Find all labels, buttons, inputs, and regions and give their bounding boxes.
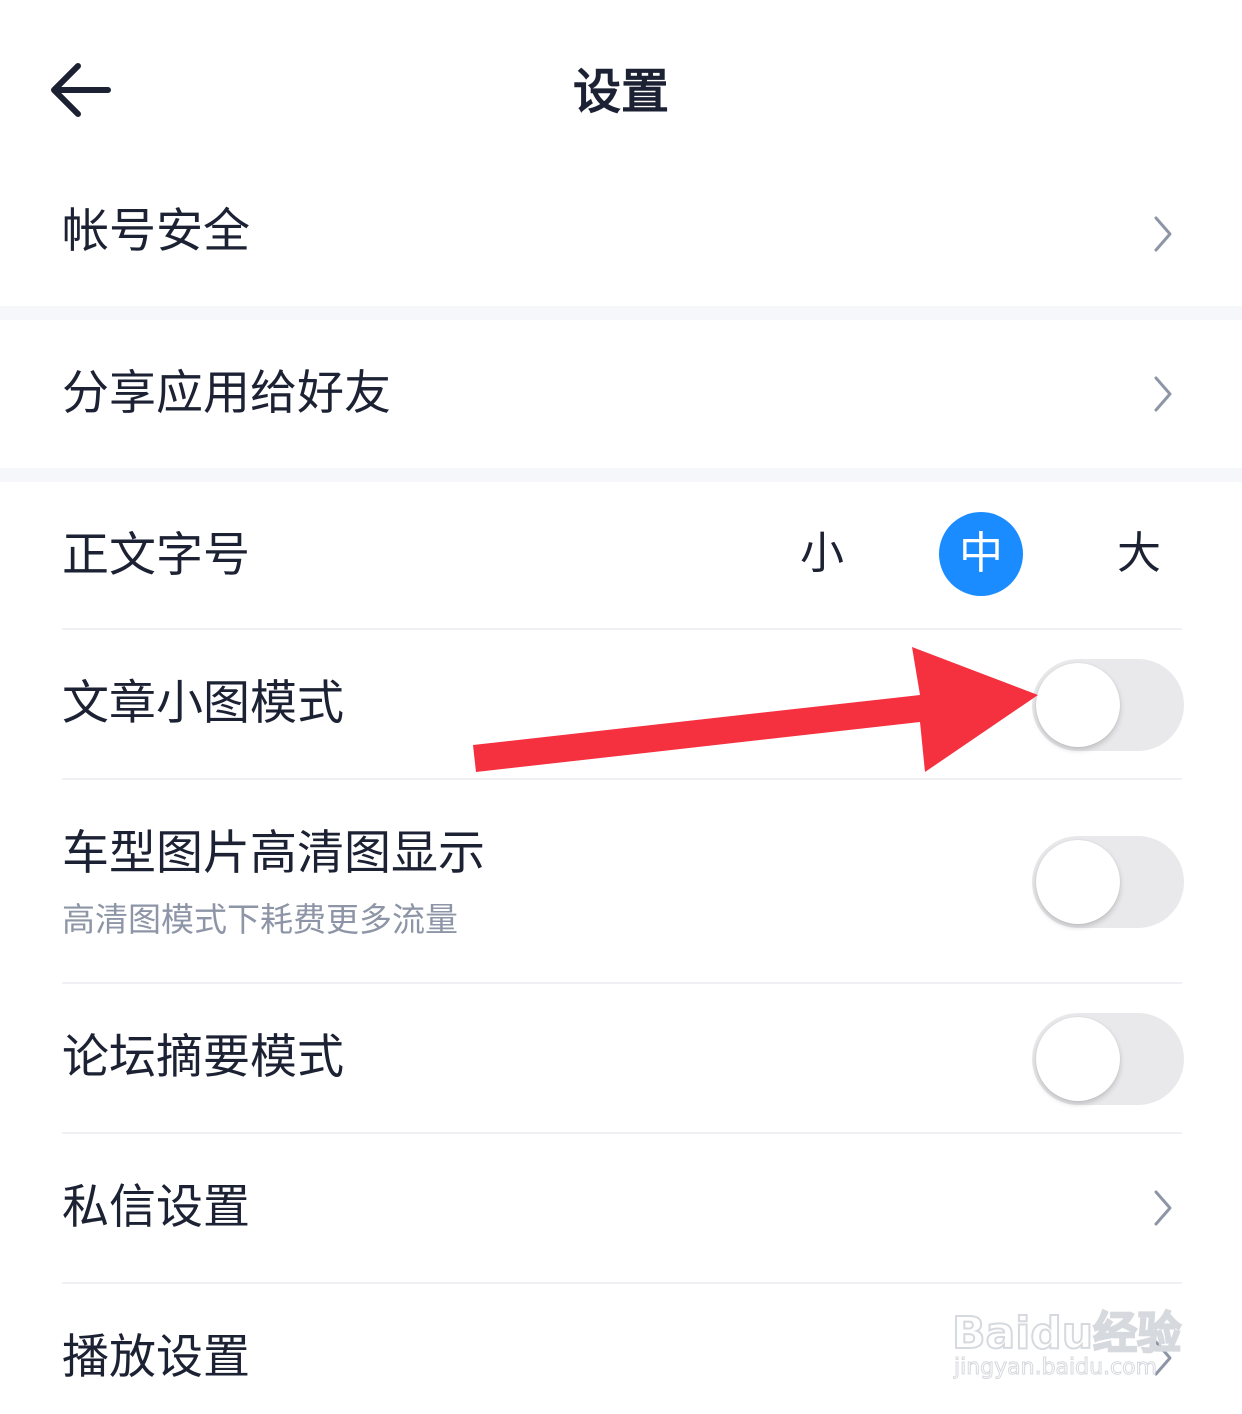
car-hd-image-toggle[interactable] bbox=[1032, 836, 1184, 928]
page-title: 设置 bbox=[572, 64, 669, 120]
settings-item-label: 论坛摘要模式 bbox=[62, 1030, 344, 1085]
settings-item-label: 私信设置 bbox=[62, 1180, 250, 1235]
settings-item-label: 帐号安全 bbox=[62, 204, 250, 259]
font-size-option-medium[interactable]: 中 bbox=[939, 512, 1023, 596]
chevron-right-icon bbox=[1154, 376, 1172, 412]
header-bar: 设置 bbox=[0, 0, 1242, 180]
settings-item-account-security[interactable]: 帐号安全 bbox=[0, 180, 1242, 306]
settings-item-sublabel: 高清图模式下耗费更多流量 bbox=[62, 900, 458, 939]
settings-item-label: 文章小图模式 bbox=[62, 676, 344, 731]
settings-item-private-message[interactable]: 私信设置 bbox=[0, 1134, 1242, 1282]
font-size-option-small[interactable]: 小 bbox=[780, 512, 864, 596]
settings-item-label: 分享应用给好友 bbox=[62, 366, 391, 421]
toggle-knob bbox=[1036, 840, 1120, 924]
settings-item-label: 车型图片高清图显示 bbox=[62, 826, 485, 881]
section-gap bbox=[0, 468, 1242, 482]
article-small-image-toggle[interactable] bbox=[1032, 659, 1184, 751]
forum-summary-toggle[interactable] bbox=[1032, 1013, 1184, 1105]
chevron-right-icon bbox=[1154, 1190, 1172, 1226]
section-gap bbox=[0, 306, 1242, 320]
chevron-right-icon bbox=[1154, 1340, 1172, 1376]
settings-item-label: 正文字号 bbox=[62, 528, 250, 583]
chevron-right-icon bbox=[1154, 216, 1172, 252]
settings-item-share-app[interactable]: 分享应用给好友 bbox=[0, 320, 1242, 468]
settings-item-playback[interactable]: 播放设置 bbox=[0, 1284, 1242, 1414]
toggle-knob bbox=[1036, 663, 1120, 747]
settings-item-label: 播放设置 bbox=[62, 1330, 250, 1385]
toggle-knob bbox=[1036, 1017, 1120, 1101]
settings-item-font-size: 正文字号 bbox=[0, 482, 1242, 628]
font-size-option-large[interactable]: 大 bbox=[1097, 512, 1181, 596]
